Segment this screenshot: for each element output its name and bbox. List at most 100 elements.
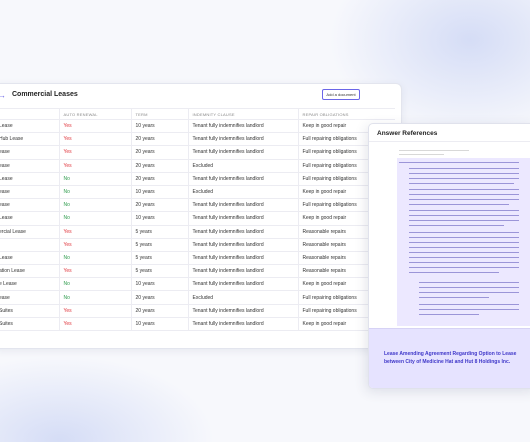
document-text-line <box>409 242 519 243</box>
document-text-line <box>409 199 519 200</box>
document-text-line <box>409 168 519 169</box>
table-row[interactable]: ation Lease Yes 5 years Tenant fully indemn… <box>0 264 395 279</box>
document-text-line <box>419 309 519 310</box>
table-row[interactable]: Lease No 10 years Tenant fully indemnifies … <box>0 211 395 226</box>
table-cell: No <box>58 211 131 226</box>
document-text-line <box>419 292 519 293</box>
add-document-button[interactable]: Add a document <box>322 89 360 100</box>
table-cell: ercial Lease <box>0 225 59 239</box>
answer-references-panel: Answer References Lease Amending Agreeme… <box>368 123 530 389</box>
table-row[interactable]: Lease Yes 10 years Tenant fully indemnifies… <box>0 119 395 134</box>
leases-table: AUTO RENEWAL TERM INDEMNITY CLAUSE REPAIR O… <box>0 108 395 332</box>
table-cell: 5 years <box>130 264 188 279</box>
document-text-line <box>409 215 519 216</box>
table-cell: 20 years <box>130 172 188 186</box>
table-cell: Lease <box>0 172 59 186</box>
table-cell: Tenant fully indemnifies landlord <box>187 317 298 332</box>
document-text-line <box>409 257 519 258</box>
table-cell: No <box>58 277 131 292</box>
document-text-line <box>409 237 519 238</box>
table-row[interactable]: ease No 10 years Excluded Keep in good repai… <box>0 185 395 200</box>
table-cell: 10 years <box>130 185 188 200</box>
table-row[interactable]: Suites Yes 10 years Tenant fully indemnifie… <box>0 317 395 332</box>
table-row[interactable]: ease No 20 years Excluded Full repairing obl… <box>0 290 395 305</box>
table-cell: Tenant fully indemnifies landlord <box>187 172 298 186</box>
table-cell: 20 years <box>130 304 188 318</box>
table-cell: Tenant fully indemnifies landlord <box>187 225 298 239</box>
table-cell: Yes <box>58 225 131 239</box>
table-cell: 20 years <box>130 198 188 213</box>
table-row[interactable]: Hub Lease Yes 20 years Tenant fully indemni… <box>0 132 395 147</box>
table-cell: 10 years <box>130 277 188 292</box>
document-text-line <box>409 204 509 205</box>
table-row[interactable]: ease Yes 20 years Excluded Full repairing ob… <box>0 159 395 173</box>
table-cell: ease <box>0 290 59 305</box>
table-cell: Suites <box>0 304 59 318</box>
table-row[interactable]: ease Yes 20 years Tenant fully indemnifies … <box>0 145 395 160</box>
table-cell: Tenant fully indemnifies landlord <box>187 264 298 279</box>
table-cell: Tenant fully indemnifies landlord <box>187 238 298 252</box>
document-text-line <box>409 210 519 211</box>
table-cell: Tenant fully indemnifies landlord <box>187 145 298 160</box>
document-text-line <box>409 189 519 190</box>
table-cell: Tenant fully indemnifies landlord <box>187 277 298 292</box>
column-header[interactable]: AUTO RENEWAL <box>58 108 131 120</box>
table-row[interactable]: Yes 5 years Tenant fully indemnifies landl… <box>0 238 395 252</box>
table-cell: No <box>58 290 131 305</box>
table-cell: 20 years <box>130 132 188 147</box>
document-text-line <box>399 154 444 155</box>
references-title: Answer References <box>377 130 438 137</box>
table-cell: 5 years <box>130 251 188 266</box>
table-cell: Lease <box>0 211 59 226</box>
table-cell: Tenant fully indemnifies landlord <box>187 198 298 213</box>
document-text-line <box>399 162 519 163</box>
table-row[interactable]: Lease No 5 years Tenant fully indemnifies l… <box>0 251 395 266</box>
table-cell: Tenant fully indemnifies landlord <box>187 211 298 226</box>
table-cell: 5 years <box>130 238 188 252</box>
table-cell: Yes <box>58 317 131 332</box>
table-row[interactable]: Suites Yes 20 years Tenant fully indemnifie… <box>0 304 395 318</box>
reference-source-title: Lease Amending Agreement Regarding Optio… <box>384 351 517 365</box>
table-cell: Hub Lease <box>0 132 59 147</box>
column-header[interactable]: INDEMNITY CLAUSE <box>187 108 298 120</box>
table-cell: Excluded <box>187 159 298 173</box>
table-row[interactable]: ercial Lease Yes 5 years Tenant fully indem… <box>0 225 395 239</box>
table-header-row: AUTO RENEWAL TERM INDEMNITY CLAUSE REPAIR O… <box>0 108 395 120</box>
table-cell: Lease <box>0 119 59 134</box>
document-text-line <box>419 314 479 315</box>
table-cell: e Lease <box>0 277 59 292</box>
panel-header: → Commercial Leases Add a document <box>0 84 401 108</box>
reference-source-card[interactable]: Lease Amending Agreement Regarding Optio… <box>369 328 530 388</box>
document-text-line <box>409 225 504 226</box>
table-row[interactable]: e Lease No 10 years Tenant fully indemnifie… <box>0 277 395 292</box>
document-text-line <box>409 220 519 221</box>
table-cell: Suites <box>0 317 59 332</box>
table-cell: Yes <box>58 238 131 252</box>
document-text-line <box>409 194 519 195</box>
table-cell: ation Lease <box>0 264 59 279</box>
table-cell: Tenant fully indemnifies landlord <box>187 119 298 134</box>
table-row[interactable]: Lease No 20 years Tenant fully indemnifies … <box>0 172 395 186</box>
expand-arrow-icon[interactable]: → <box>0 91 6 100</box>
table-cell: 5 years <box>130 225 188 239</box>
table-cell: 10 years <box>130 119 188 134</box>
table-cell: Yes <box>58 119 131 134</box>
document-text-line <box>409 173 519 174</box>
document-text-line <box>419 304 519 305</box>
table-cell: Tenant fully indemnifies landlord <box>187 304 298 318</box>
table-row[interactable]: ease No 20 years Tenant fully indemnifies l… <box>0 198 395 213</box>
table-cell: No <box>58 198 131 213</box>
table-cell: 10 years <box>130 211 188 226</box>
column-header[interactable]: TERM <box>130 108 188 120</box>
document-text-line <box>409 267 519 268</box>
document-preview[interactable] <box>369 146 530 326</box>
table-cell: Excluded <box>187 185 298 200</box>
table-cell: Excluded <box>187 290 298 305</box>
document-text-line <box>419 282 519 283</box>
document-text-line <box>419 297 489 298</box>
document-text-line <box>419 287 519 288</box>
table-cell: Tenant fully indemnifies landlord <box>187 132 298 147</box>
column-header[interactable] <box>0 108 59 120</box>
table-cell: Yes <box>58 304 131 318</box>
column-header[interactable]: REPAIR OBLIGATIONS <box>297 108 395 120</box>
